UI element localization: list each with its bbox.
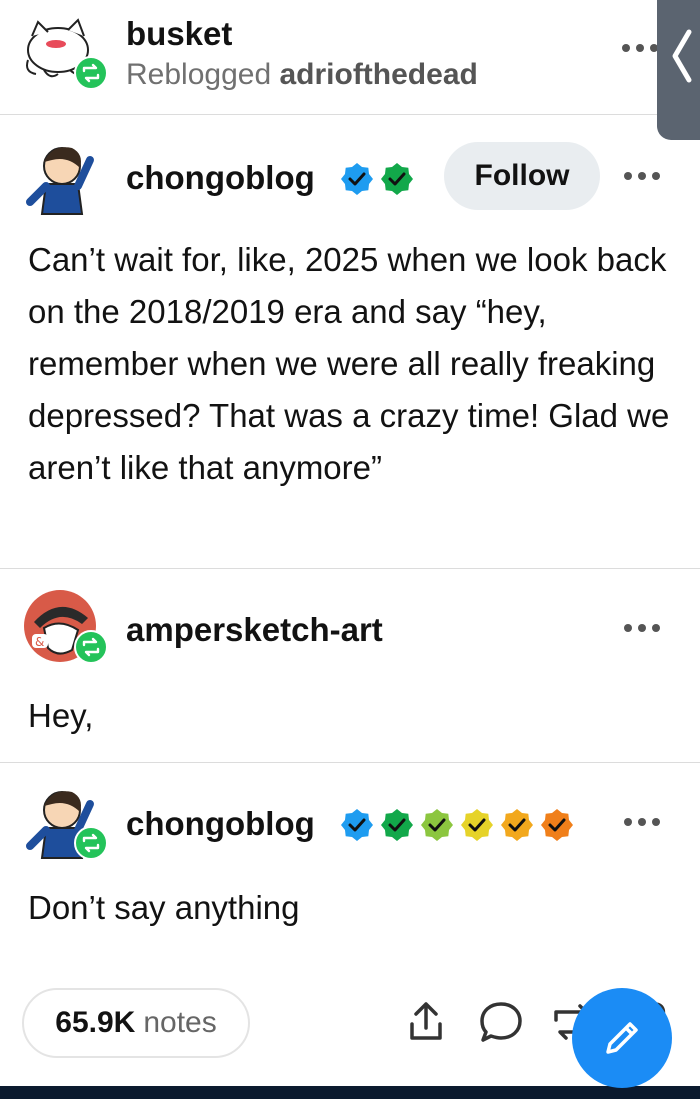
- notes-button[interactable]: 65.9K notes: [22, 988, 250, 1058]
- reblog-badge-icon: [74, 630, 108, 664]
- busket-avatar[interactable]: [22, 14, 108, 92]
- verified-badge-icon[interactable]: [340, 808, 374, 842]
- reblog-badge-icon: [74, 826, 108, 860]
- pencil-icon: [606, 1022, 638, 1054]
- verified-badge-icon[interactable]: [380, 162, 414, 196]
- verified-badge-icon[interactable]: [460, 808, 494, 842]
- more-dots-icon[interactable]: [618, 38, 662, 58]
- svg-text:&: &: [35, 635, 44, 649]
- divider: [0, 568, 700, 569]
- more-dots-icon[interactable]: [620, 812, 664, 832]
- reply-author-username[interactable]: chongoblog: [126, 804, 315, 844]
- reply-body-text: Hey,: [28, 697, 94, 734]
- reblog-header: busket Reblogged adriofthedead: [0, 0, 700, 115]
- reblogger-username[interactable]: busket: [126, 14, 232, 54]
- more-dots-icon[interactable]: [620, 618, 664, 638]
- follow-button[interactable]: Follow: [444, 142, 600, 210]
- notes-label: notes: [143, 1006, 217, 1039]
- reblog-badge-icon: [74, 56, 108, 90]
- chevron-left-icon: [672, 29, 692, 83]
- more-dots-icon[interactable]: [620, 166, 664, 186]
- reply-body-text: Don’t say anything: [28, 889, 300, 926]
- compose-button[interactable]: [572, 988, 672, 1088]
- verified-badge-icon[interactable]: [420, 808, 454, 842]
- post-body-text: Can’t wait for, like, 2025 when we look …: [28, 241, 670, 486]
- post-author-username[interactable]: chongoblog: [126, 158, 315, 198]
- divider: [0, 762, 700, 763]
- verification-badges: [340, 162, 414, 196]
- ampersketch-avatar[interactable]: &: [22, 588, 108, 666]
- chongoblog-avatar[interactable]: [22, 140, 100, 218]
- notes-count: 65.9K: [55, 1006, 136, 1039]
- reblogged-prefix: Reblogged: [126, 58, 272, 91]
- reblogged-from-line: Reblogged adriofthedead: [126, 56, 478, 94]
- verified-badge-icon[interactable]: [540, 808, 574, 842]
- comment-icon[interactable]: [478, 1000, 524, 1044]
- chongoblog-avatar[interactable]: [22, 784, 108, 862]
- share-icon[interactable]: [406, 1000, 446, 1044]
- verification-badges: [340, 808, 574, 842]
- bottom-bar: [0, 1086, 700, 1099]
- reply-author-username[interactable]: ampersketch-art: [126, 610, 383, 650]
- verified-badge-icon[interactable]: [340, 162, 374, 196]
- side-drawer-tab[interactable]: [657, 0, 700, 140]
- reblogged-from-username[interactable]: adriofthedead: [279, 58, 477, 91]
- verified-badge-icon[interactable]: [380, 808, 414, 842]
- verified-badge-icon[interactable]: [500, 808, 534, 842]
